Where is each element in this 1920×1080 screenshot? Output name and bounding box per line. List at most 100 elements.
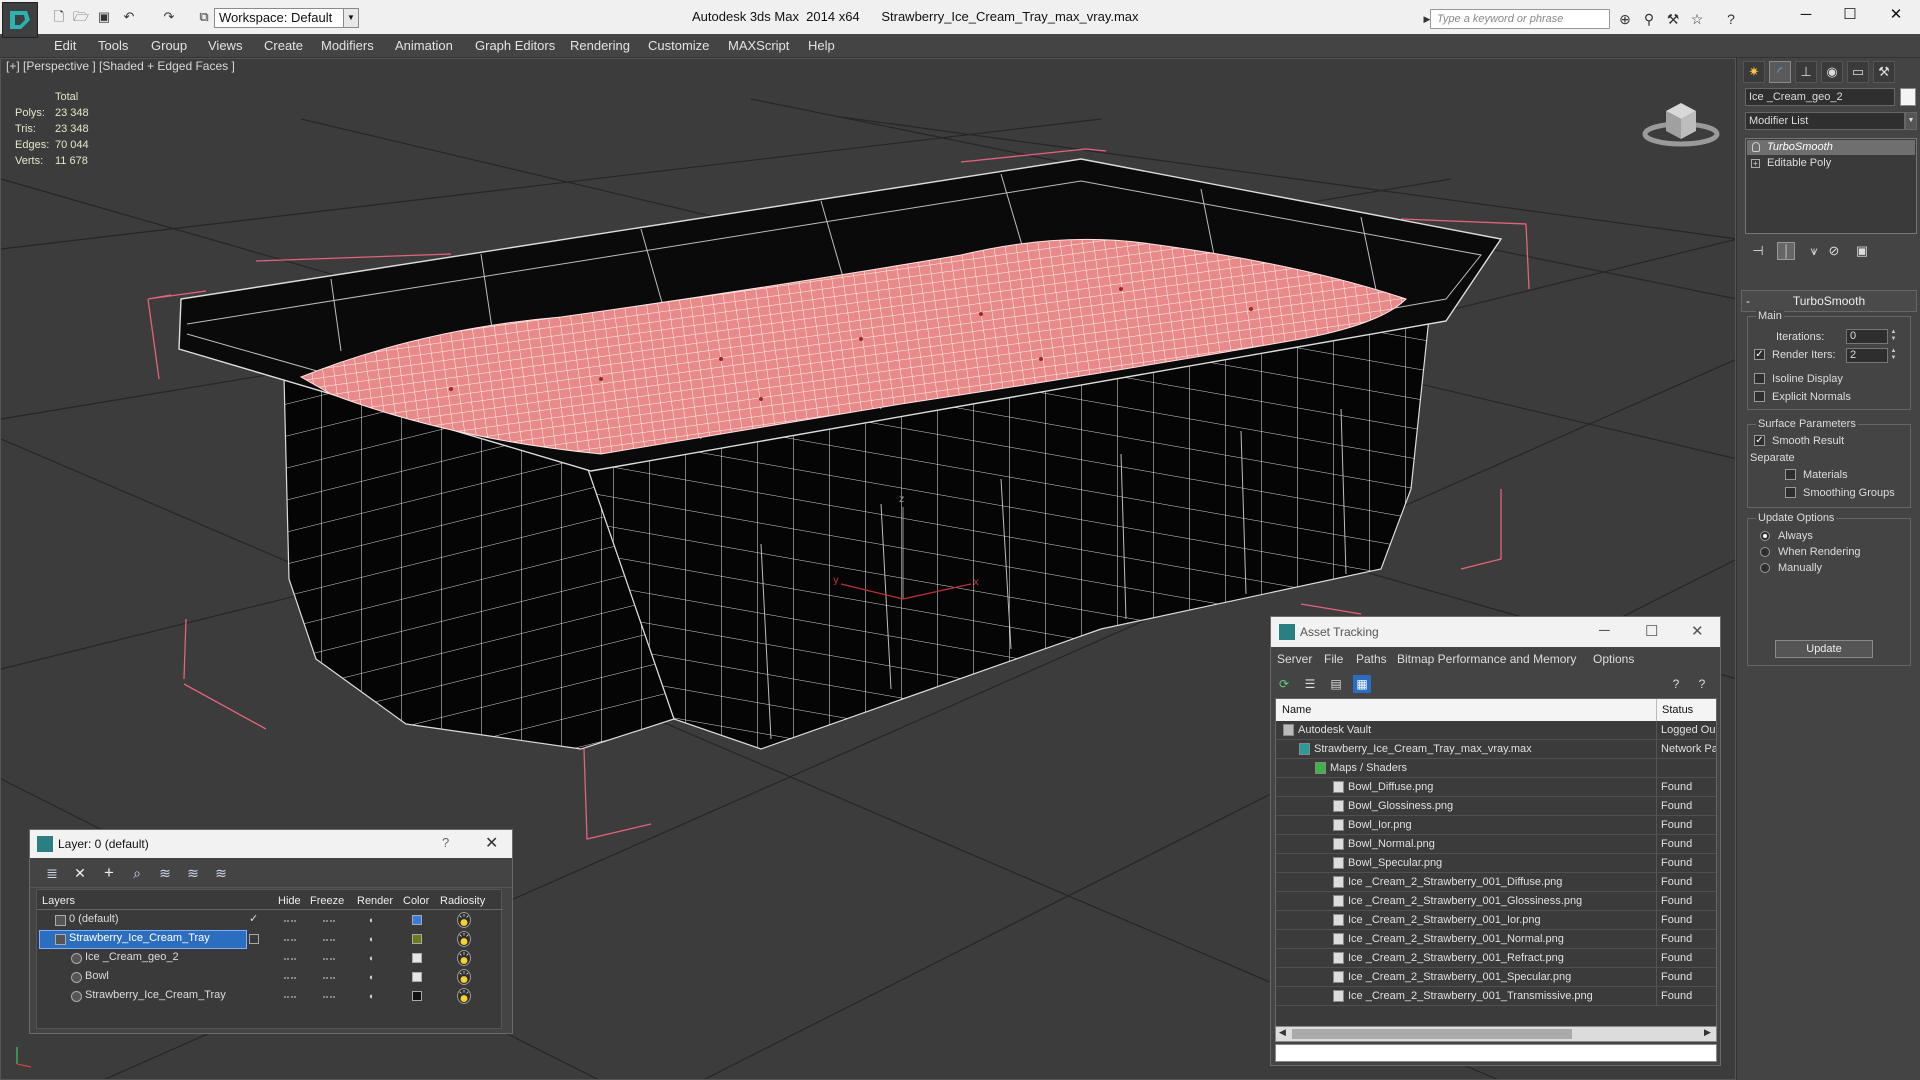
utilities-tab-icon[interactable]: ⚒	[1873, 61, 1895, 83]
menu-customize[interactable]: Customize	[648, 38, 709, 53]
menu-modifiers[interactable]: Modifiers	[321, 38, 374, 53]
menu-views[interactable]: Views	[208, 38, 242, 53]
radiosity-icon[interactable]	[457, 931, 471, 947]
layer-row[interactable]: 0 (default) ✓ ◖	[37, 911, 503, 930]
asset-row[interactable]: Bowl_Ior.png Found	[1276, 816, 1716, 835]
remove-modifier-icon[interactable]: ⊘	[1825, 242, 1843, 260]
open-file-icon[interactable]: 🗁	[72, 9, 90, 25]
col-render[interactable]: Render	[357, 895, 393, 907]
menu-bitmap-performance[interactable]: Bitmap Performance and Memory	[1397, 652, 1576, 666]
menu-group[interactable]: Group	[151, 38, 187, 53]
refresh-icon[interactable]: ⟳	[1275, 675, 1293, 693]
col-name[interactable]: Name	[1282, 704, 1311, 716]
help-icon[interactable]: ?	[442, 835, 449, 850]
modify-tab-icon[interactable]: ◜	[1769, 61, 1791, 83]
menu-help[interactable]: Help	[808, 38, 835, 53]
asset-row[interactable]: Maps / Shaders	[1276, 759, 1716, 778]
maximize-button[interactable]: ☐	[1830, 4, 1870, 26]
update-button[interactable]: Update	[1775, 640, 1873, 658]
menu-graph-editors[interactable]: Graph Editors	[475, 38, 555, 53]
asset-row[interactable]: Ice _Cream_2_Strawberry_001_Ior.png Found	[1276, 911, 1716, 930]
menu-options[interactable]: Options	[1593, 652, 1634, 666]
viewcube-icon[interactable]	[1641, 89, 1721, 149]
object-color-swatch[interactable]	[412, 972, 422, 982]
freeze-toggle[interactable]	[323, 977, 335, 979]
create-tab-icon[interactable]: ✷	[1743, 61, 1765, 83]
redo-icon[interactable]: ↷	[160, 9, 178, 25]
update-manually-radio[interactable]	[1760, 563, 1770, 573]
layer-dialog-titlebar[interactable]: Layer: 0 (default) ? ✕	[30, 830, 512, 858]
asset-row[interactable]: Ice _Cream_2_Strawberry_001_Glossiness.p…	[1276, 892, 1716, 911]
asset-dialog-titlebar[interactable]: Asset Tracking ─ ☐ ✕	[1271, 617, 1720, 647]
radiosity-icon[interactable]	[457, 969, 471, 985]
col-radiosity[interactable]: Radiosity	[440, 895, 485, 907]
asset-row[interactable]: Ice _Cream_2_Strawberry_001_Normal.png Fo…	[1276, 930, 1716, 949]
hide-toggle[interactable]	[284, 939, 296, 941]
chevron-down-icon[interactable]: ▼	[344, 8, 359, 28]
project-folder-icon[interactable]: ⧉	[195, 9, 213, 25]
freeze-toggle[interactable]	[323, 958, 335, 960]
new-file-icon[interactable]: 🗋	[50, 9, 68, 25]
thumbnail-view-icon[interactable]: ▤	[1327, 675, 1345, 693]
hide-toggle[interactable]	[284, 920, 296, 922]
scroll-left-icon[interactable]: ◀	[1279, 1027, 1286, 1038]
save-icon[interactable]: ▣	[95, 9, 113, 25]
undo-icon[interactable]: ↶	[120, 9, 138, 25]
update-when-rendering-radio[interactable]	[1760, 547, 1770, 557]
turbosmooth-rollout-header[interactable]: - TurboSmooth	[1741, 290, 1917, 312]
select-objects-icon[interactable]: ⌕	[128, 864, 146, 882]
scrollbar-thumb[interactable]	[1292, 1029, 1572, 1039]
highlight-selected-icon[interactable]: ≋	[156, 864, 174, 882]
asset-row[interactable]: Bowl_Specular.png Found	[1276, 854, 1716, 873]
close-button[interactable]: ✕	[1876, 4, 1916, 26]
whats-this-icon[interactable]: ?	[1693, 675, 1711, 693]
viewport-label[interactable]: [+] [Perspective ] [Shaded + Edged Faces…	[6, 59, 235, 73]
layer-object-row[interactable]: Bowl ◖	[37, 968, 503, 987]
close-icon[interactable]: ✕	[485, 833, 498, 853]
hide-all-layers-icon[interactable]: ≋	[184, 864, 202, 882]
object-color-swatch[interactable]	[412, 991, 422, 1001]
close-button[interactable]: ✕	[1691, 622, 1704, 640]
col-layers[interactable]: Layers	[42, 895, 75, 907]
teapot-render-icon[interactable]: ◖	[368, 972, 378, 982]
teapot-render-icon[interactable]: ◖	[368, 953, 378, 963]
col-status[interactable]: Status	[1662, 704, 1693, 716]
render-iters-spinner[interactable]: 2	[1846, 348, 1888, 363]
freeze-toggle[interactable]	[323, 996, 335, 998]
configure-modifier-sets-icon[interactable]: ▣	[1853, 242, 1871, 260]
show-end-result-icon[interactable]: ⏐	[1777, 242, 1795, 260]
make-unique-icon[interactable]: ⩛	[1805, 242, 1823, 260]
freeze-toggle[interactable]	[323, 920, 335, 922]
search-input[interactable]: Type a keyword or phrase	[1430, 9, 1610, 29]
hide-toggle[interactable]	[284, 958, 296, 960]
help-icon[interactable]: ?	[1667, 675, 1685, 693]
col-color[interactable]: Color	[403, 895, 429, 907]
spinner-arrows-icon[interactable]: ▲ ▼	[1889, 329, 1898, 344]
stack-item-editable-poly[interactable]: + Editable Poly	[1747, 156, 1915, 171]
radiosity-icon[interactable]	[457, 912, 471, 928]
column-separator[interactable]	[1656, 699, 1657, 721]
asset-row[interactable]: Ice _Cream_2_Strawberry_001_Specular.png…	[1276, 968, 1716, 987]
isoline-display-checkbox[interactable]	[1754, 373, 1765, 384]
separate-smoothing-groups-checkbox[interactable]	[1785, 487, 1796, 498]
pin-stack-icon[interactable]: ⊣	[1749, 242, 1767, 260]
asset-row[interactable]: Bowl_Glossiness.png Found	[1276, 797, 1716, 816]
asset-row[interactable]: Ice _Cream_2_Strawberry_001_Diffuse.png F…	[1276, 873, 1716, 892]
teapot-render-icon[interactable]: ◖	[368, 934, 378, 944]
chevron-down-icon[interactable]: ▼	[1905, 112, 1917, 130]
asset-row[interactable]: Strawberry_Ice_Cream_Tray_max_vray.max Ne…	[1276, 740, 1716, 759]
freeze-toggle[interactable]	[323, 939, 335, 941]
col-hide[interactable]: Hide	[278, 895, 301, 907]
delete-layer-icon[interactable]: ✕	[71, 864, 89, 882]
app-logo-button[interactable]	[2, 2, 38, 38]
expand-icon[interactable]: +	[1751, 159, 1760, 168]
object-color-swatch[interactable]	[1900, 88, 1916, 106]
layer-color-swatch[interactable]	[412, 934, 422, 944]
display-tab-icon[interactable]: ▭	[1847, 61, 1869, 83]
add-to-layer-icon[interactable]: +	[100, 864, 118, 882]
separate-materials-checkbox[interactable]	[1785, 469, 1796, 480]
favorites-star-icon[interactable]: ☆	[1688, 10, 1706, 28]
create-layer-icon[interactable]: ≣	[43, 864, 61, 882]
object-name-field[interactable]: Ice _Cream_geo_2	[1745, 88, 1895, 106]
workspace-dropdown[interactable]: Workspace: Default	[214, 8, 344, 28]
